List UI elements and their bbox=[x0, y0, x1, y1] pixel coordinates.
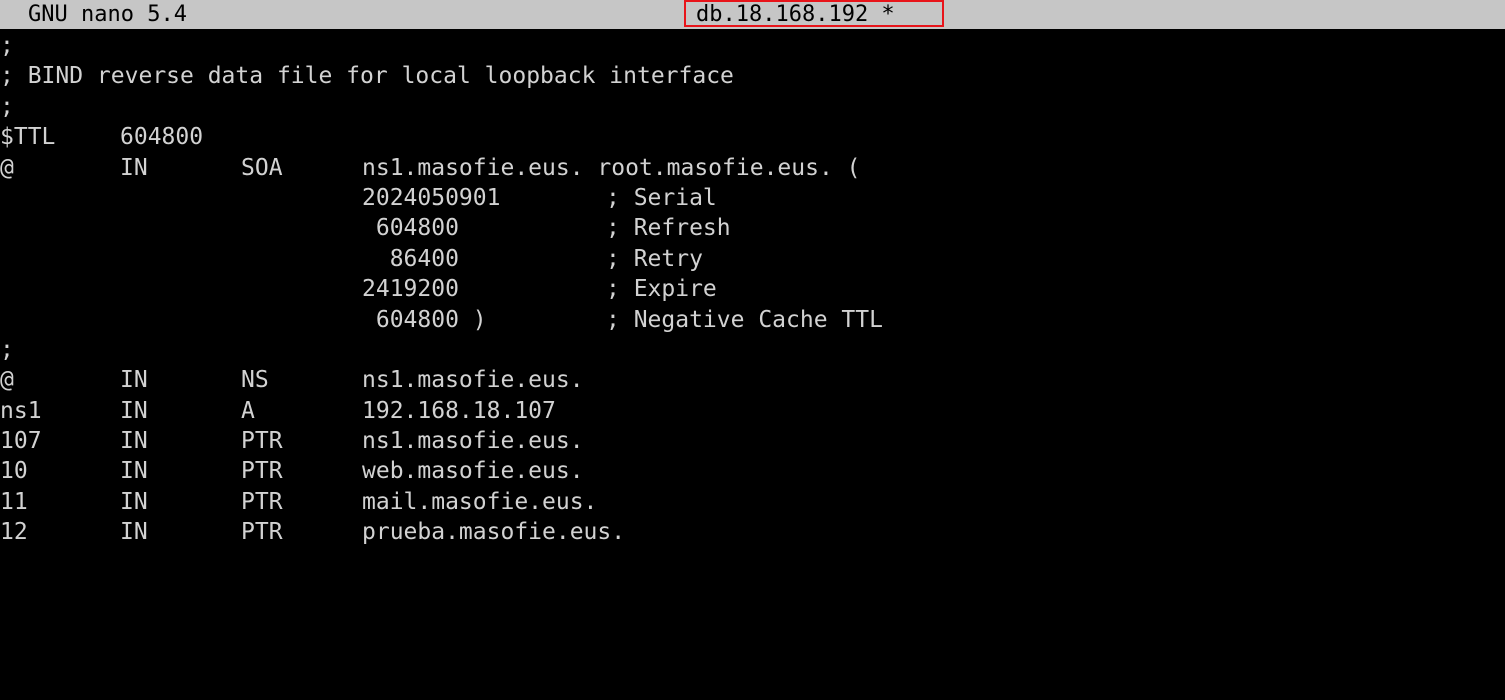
code-line[interactable]: 107 IN PTR ns1.masofie.eus. bbox=[0, 426, 1505, 456]
record-class: IN bbox=[120, 428, 148, 455]
comment-text: ; bbox=[0, 93, 14, 120]
record-class: IN bbox=[120, 367, 148, 394]
record-class: IN bbox=[120, 488, 148, 515]
record-data: ns1.masofie.eus. bbox=[362, 367, 584, 394]
record-data: 2024050901 bbox=[362, 184, 501, 211]
record-data: web.masofie.eus. bbox=[362, 458, 584, 485]
code-line[interactable]: 2419200 ; Expire bbox=[0, 274, 1505, 304]
comment-text: ; Refresh bbox=[606, 215, 731, 242]
record-data: 604800 ) bbox=[362, 306, 487, 333]
code-line[interactable]: 11 IN PTR mail.masofie.eus. bbox=[0, 487, 1505, 517]
record-name: @ bbox=[0, 154, 14, 181]
code-line[interactable]: 604800 ) ; Negative Cache TTL bbox=[0, 305, 1505, 335]
code-line[interactable]: 86400 ; Retry bbox=[0, 244, 1505, 274]
record-class: 604800 bbox=[120, 124, 204, 151]
record-type: PTR bbox=[241, 488, 283, 515]
record-type: A bbox=[241, 397, 255, 424]
record-class: IN bbox=[120, 458, 148, 485]
record-class: IN bbox=[120, 519, 148, 546]
code-line[interactable]: 12 IN PTR prueba.masofie.eus. bbox=[0, 517, 1505, 547]
code-line[interactable]: ; bbox=[0, 31, 1505, 61]
code-line[interactable]: $TTL 604800 bbox=[0, 122, 1505, 152]
record-name: 107 bbox=[0, 428, 42, 455]
record-name: @ bbox=[0, 367, 14, 394]
record-data: ns1.masofie.eus. root.masofie.eus. ( bbox=[362, 154, 861, 181]
record-data: ns1.masofie.eus. bbox=[362, 428, 584, 455]
code-line[interactable]: 604800 ; Refresh bbox=[0, 213, 1505, 243]
record-name: $TTL bbox=[0, 124, 56, 151]
file-name-highlight: db.18.168.192 * bbox=[684, 0, 944, 27]
record-type: NS bbox=[241, 367, 269, 394]
code-line[interactable]: @ IN SOA ns1.masofie.eus. root.masofie.e… bbox=[0, 153, 1505, 183]
record-name: 12 bbox=[0, 519, 28, 546]
code-line[interactable]: @ IN NS ns1.masofie.eus. bbox=[0, 365, 1505, 395]
code-line[interactable]: ; BIND reverse data file for local loopb… bbox=[0, 61, 1505, 91]
nano-titlebar: GNU nano 5.4 db.18.168.192 * bbox=[0, 0, 1505, 29]
comment-text: ; bbox=[0, 33, 14, 59]
comment-text: ; Expire bbox=[606, 276, 717, 303]
record-data: prueba.masofie.eus. bbox=[362, 519, 626, 546]
record-name: ns1 bbox=[0, 397, 42, 424]
comment-text: ; BIND reverse data file for local loopb… bbox=[0, 63, 734, 90]
record-data: 604800 bbox=[362, 215, 459, 242]
record-name: 11 bbox=[0, 488, 28, 515]
code-line[interactable]: ; bbox=[0, 92, 1505, 122]
comment-text: ; Negative Cache TTL bbox=[606, 306, 883, 333]
record-name: 10 bbox=[0, 458, 28, 485]
comment-text: ; bbox=[0, 336, 14, 363]
record-type: PTR bbox=[241, 519, 283, 546]
comment-text: ; Serial bbox=[606, 184, 717, 211]
record-data: 192.168.18.107 bbox=[362, 397, 556, 424]
comment-text: ; Retry bbox=[606, 245, 703, 272]
editor-version: GNU nano 5.4 bbox=[28, 2, 187, 27]
code-line[interactable]: 2024050901 ; Serial bbox=[0, 183, 1505, 213]
record-type: PTR bbox=[241, 428, 283, 455]
record-type: PTR bbox=[241, 458, 283, 485]
record-data: 2419200 bbox=[362, 276, 459, 303]
code-line[interactable]: ns1 IN A 192.168.18.107 bbox=[0, 396, 1505, 426]
record-class: IN bbox=[120, 154, 148, 181]
code-line[interactable]: ; bbox=[0, 335, 1505, 365]
record-type: SOA bbox=[241, 154, 283, 181]
editor-text-area[interactable]: ; ; BIND reverse data file for local loo… bbox=[0, 31, 1505, 583]
record-class: IN bbox=[120, 397, 148, 424]
record-data: mail.masofie.eus. bbox=[362, 488, 598, 515]
code-line[interactable]: 10 IN PTR web.masofie.eus. bbox=[0, 456, 1505, 486]
record-data: 86400 bbox=[362, 245, 459, 272]
